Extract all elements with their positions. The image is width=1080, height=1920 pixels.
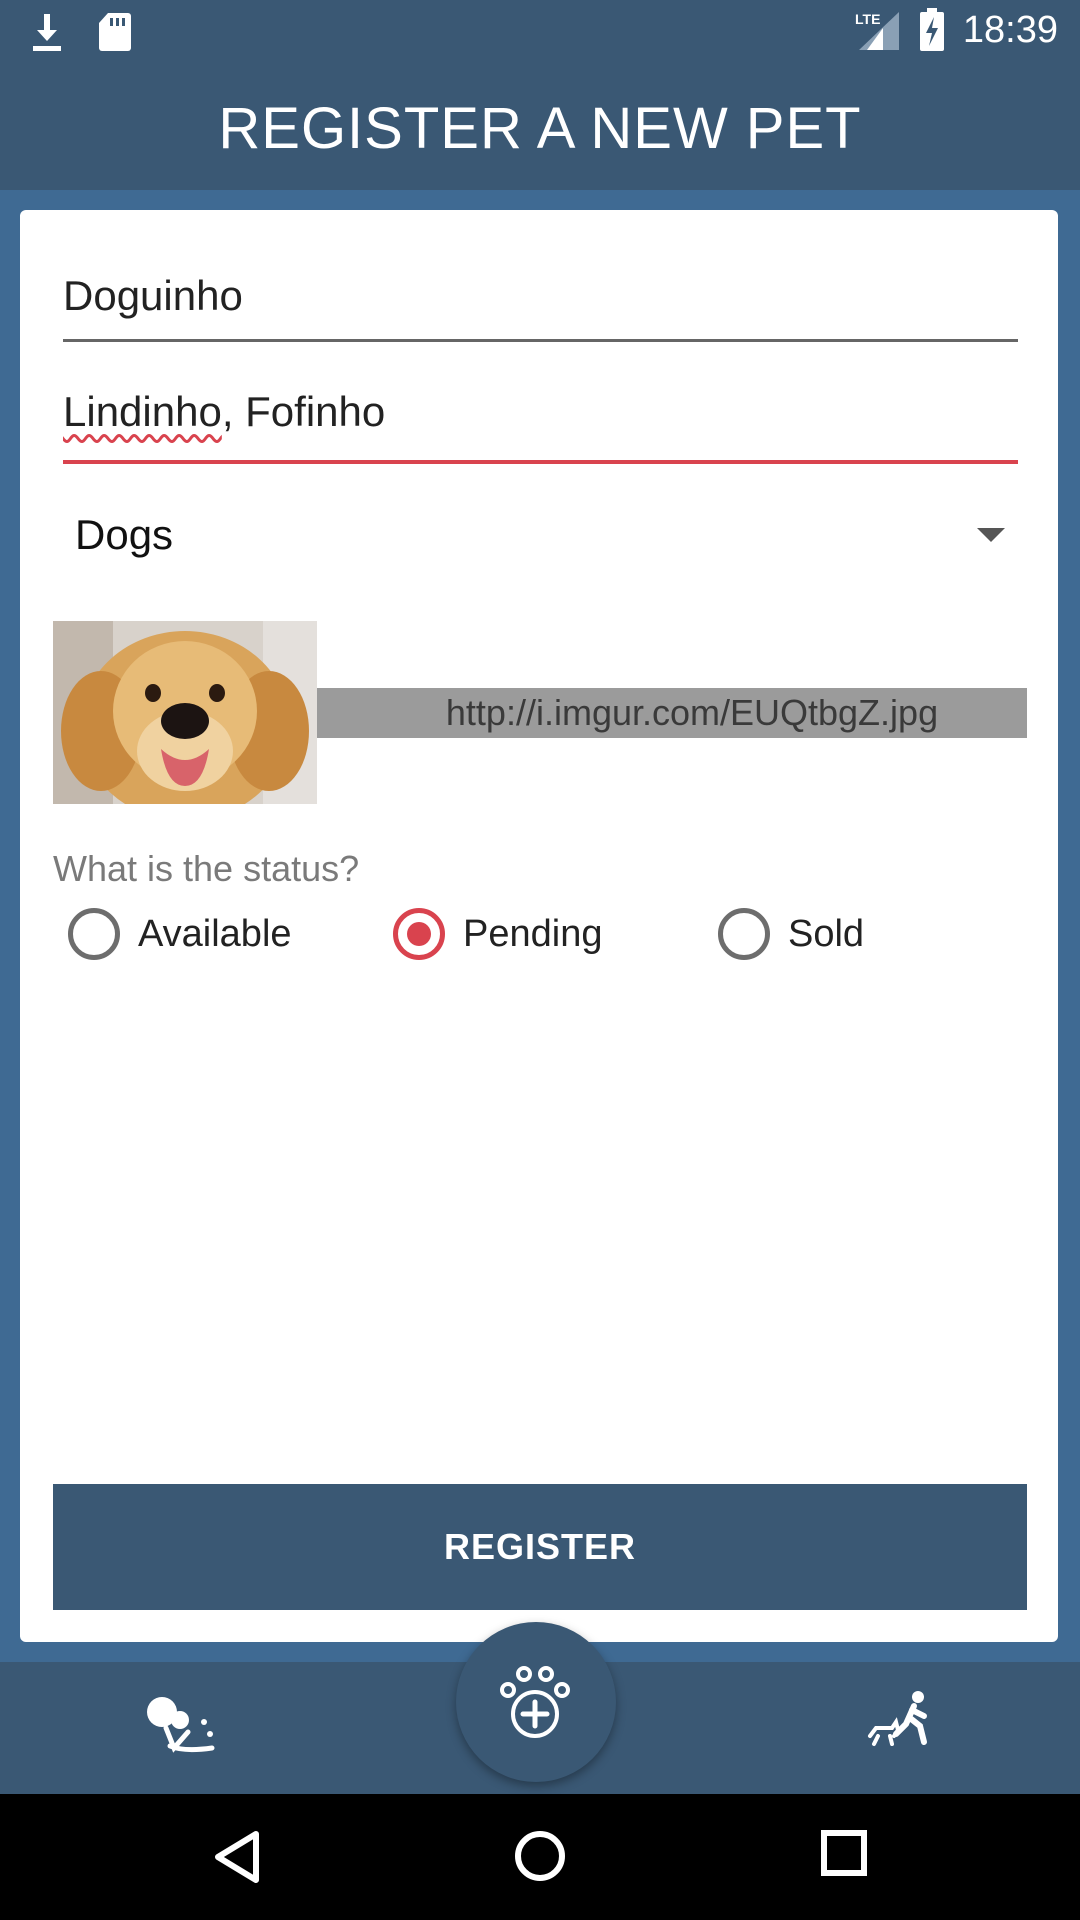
status-question-label: What is the status?: [53, 848, 360, 889]
pet-tags-value: Lindinho, Fofinho: [63, 388, 385, 435]
nav-item-lost-pets[interactable]: [140, 1692, 220, 1761]
pet-tags-field[interactable]: Lindinho, Fofinho: [63, 388, 1018, 464]
misspelled-word: Lindinho: [63, 388, 222, 435]
system-navigation-bar: [0, 1794, 1080, 1920]
radio-label: Sold: [788, 912, 865, 955]
back-button[interactable]: [212, 1830, 260, 1889]
recents-button[interactable]: [821, 1830, 867, 1881]
status-bar: LTE 18:39: [0, 0, 1080, 66]
status-radio-sold[interactable]: Sold: [718, 908, 864, 960]
radio-checked-icon: [393, 908, 445, 960]
home-button[interactable]: [513, 1829, 567, 1888]
sd-card-icon: [99, 13, 131, 51]
register-form-card: Doguinho Lindinho, Fofinho Dogs http://i…: [20, 210, 1058, 1642]
nav-item-dog-walk[interactable]: [866, 1690, 936, 1755]
add-pet-fab[interactable]: [456, 1622, 616, 1782]
image-url-value: http://i.imgur.com/EUQtbgZ.jpg: [445, 692, 939, 733]
status-time: 18:39: [962, 8, 1058, 51]
category-selected-value: Dogs: [75, 511, 174, 558]
image-url-field[interactable]: http://i.imgur.com/EUQtbgZ.jpg: [317, 688, 1027, 738]
pet-photo[interactable]: [53, 621, 317, 804]
category-dropdown[interactable]: Dogs: [75, 495, 1015, 575]
pet-name-value: Doguinho: [63, 272, 243, 319]
page-title: REGISTER A NEW PET: [218, 95, 862, 161]
signal-icon: LTE: [855, 11, 899, 50]
status-radio-available[interactable]: Available: [68, 908, 292, 960]
home-circle-icon: [515, 1831, 565, 1881]
recents-square-icon: [821, 1830, 867, 1876]
status-radio-pending[interactable]: Pending: [393, 908, 602, 960]
dropdown-arrow-icon: [977, 528, 1005, 542]
dog-photo-illustration: [53, 621, 317, 804]
register-button[interactable]: REGISTER: [53, 1484, 1027, 1610]
radio-unchecked-icon: [68, 908, 120, 960]
dog-lost-icon: [147, 1697, 215, 1753]
radio-label: Pending: [463, 912, 603, 955]
app-bar: REGISTER A NEW PET: [0, 66, 1080, 190]
back-triangle-icon: [215, 1831, 259, 1883]
battery-charging-icon: [919, 8, 944, 51]
paw-add-icon: [500, 1666, 570, 1738]
radio-unchecked-icon: [718, 908, 770, 960]
pet-name-field[interactable]: Doguinho: [63, 272, 1018, 342]
status-radio-group: Available Pending Sold: [68, 908, 968, 968]
radio-label: Available: [138, 912, 292, 955]
download-icon: [33, 14, 61, 51]
tags-value-rest: , Fofinho: [221, 388, 386, 435]
dog-walk-icon: [868, 1691, 927, 1746]
svg-text:LTE: LTE: [855, 11, 880, 27]
